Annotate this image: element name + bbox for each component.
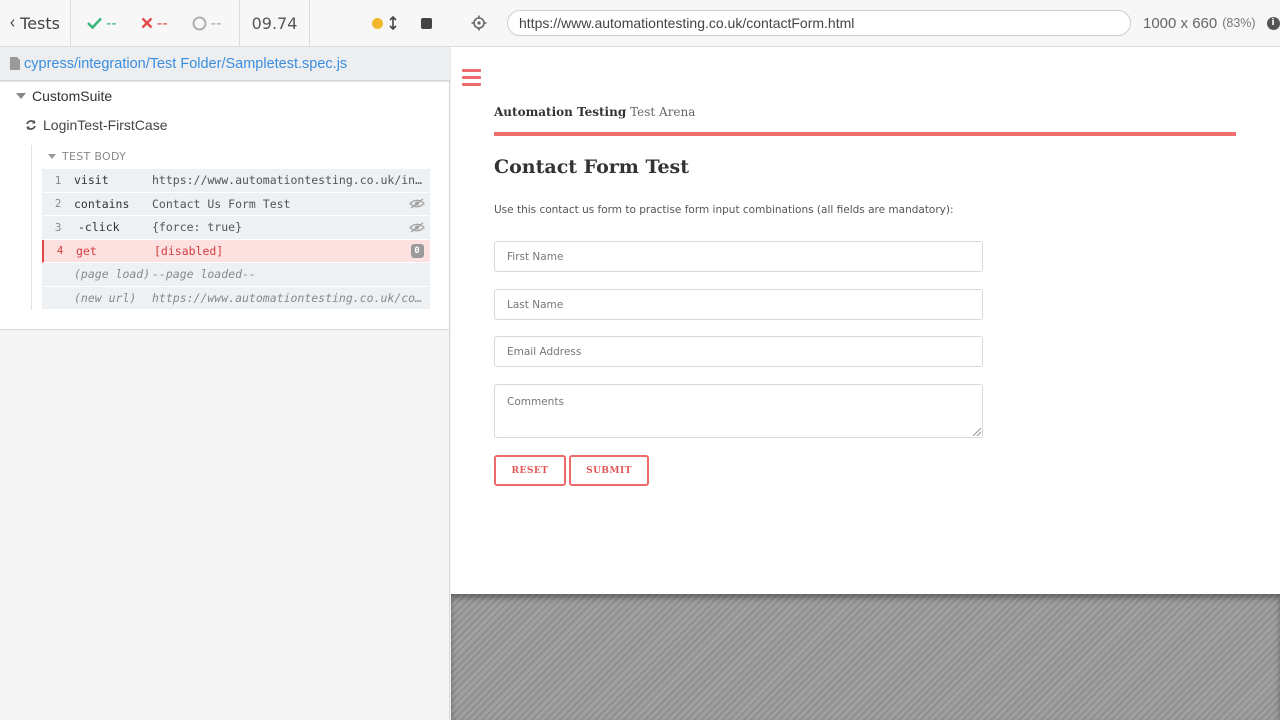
tests-button[interactable]: Tests [0,0,71,46]
last-name-field[interactable]: Last Name [494,289,983,320]
command-name: -click [78,220,120,235]
command-message: Contact Us Form Test [152,196,291,211]
test-body-label: TEST BODY [62,150,127,163]
command-number: 4 [56,244,64,258]
email-field[interactable]: Email Address [494,336,983,367]
passed-count-value: -- [106,14,117,32]
aut-header: https://www.automationtesting.co.uk/cont… [451,0,1280,47]
viewport-info: 1000 x 660 (83%) i [1143,15,1280,32]
site-brand[interactable]: Automation Testing Test Arena [494,105,695,119]
command-row[interactable]: 3 -click {force: true} [42,216,430,240]
eye-slash-icon [404,222,430,233]
page-description: Use this contact us form to practise for… [494,204,954,216]
pending-count-value: -- [210,14,222,32]
command-row[interactable]: 1 visit https://www.automationtesting.co… [42,169,430,193]
comments-field[interactable]: Comments [494,384,983,438]
failed-count-value: -- [156,14,168,32]
suite-name: CustomSuite [32,88,113,104]
command-list: 1 visit https://www.automationtesting.co… [42,169,430,310]
command-log-panel: Tests -- -- -- 09.74 cypress/integration… [0,0,450,720]
failed-count: -- [141,14,168,32]
info-icon[interactable]: i [1266,16,1280,30]
spec-file-path[interactable]: cypress/integration/Test Folder/Samplete… [24,56,347,72]
chevron-left-icon [10,19,15,27]
crosshair-icon [471,15,487,31]
file-icon [10,57,20,70]
page-title: Contact Form Test [494,156,690,178]
element-count: 0 [404,243,430,258]
running-indicator[interactable] [372,16,397,30]
running-dot-icon [372,17,383,29]
pending-count: -- [192,14,222,32]
command-number: 2 [54,197,62,211]
first-name-placeholder: First Name [507,250,564,263]
collapse-triangle-icon [48,154,56,159]
runnable-tree: CustomSuite LoginTest-FirstCase TEST BOD… [0,82,449,330]
spec-file-bar: cypress/integration/Test Folder/Samplete… [0,47,450,81]
brand-bold: Automation Testing [494,105,627,119]
submit-button[interactable]: SUBMIT [569,455,649,486]
last-name-placeholder: Last Name [507,298,564,311]
test-name: LoginTest-FirstCase [43,117,168,133]
selector-playground-button[interactable] [451,15,507,31]
command-row-failed[interactable]: 4 get [disabled] 0 [42,239,430,263]
comments-placeholder: Comments [507,396,564,408]
hamburger-menu-icon[interactable] [462,69,481,90]
reporter-header: Tests -- -- -- 09.74 [0,0,450,47]
check-icon [87,17,102,29]
command-name: visit [74,173,109,188]
command-number: 1 [54,173,62,187]
collapse-triangle-icon [16,93,26,99]
resize-grip-icon[interactable] [973,428,981,436]
email-placeholder: Email Address [507,345,582,358]
aut-background [451,594,1280,720]
test-body-toggle[interactable]: TEST BODY [48,150,126,163]
viewport-size: 1000 x 660 [1143,14,1218,32]
stop-icon[interactable] [421,17,432,29]
command-message: [disabled] [154,243,224,258]
command-row-event[interactable]: (new url) https://www.automationtesting.… [42,286,430,310]
first-name-field[interactable]: First Name [494,241,983,272]
command-name: contains [74,196,130,211]
run-duration: 09.74 [240,0,310,46]
test-stats: -- -- -- [71,0,240,46]
command-number: 3 [54,220,62,234]
aut-iframe: Automation Testing Test Arena Contact Fo… [451,47,1280,594]
run-controls [310,0,450,46]
command-row-event[interactable]: (page load) --page loaded-- [42,263,430,287]
aut-url: https://www.automationtesting.co.uk/cont… [519,15,855,31]
passed-count: -- [87,14,117,32]
command-name: get [76,243,97,258]
brand-divider [494,132,1236,136]
suite-title[interactable]: CustomSuite [16,88,112,104]
cross-icon [141,17,153,29]
aut-url-bar[interactable]: https://www.automationtesting.co.uk/cont… [507,10,1131,36]
tests-label: Tests [20,13,60,33]
command-message: --page loaded-- [152,267,256,282]
eye-slash-icon [404,198,430,209]
command-name: (page load) [74,267,151,282]
command-message: https://www.automationtesting.co.uk/inde… [152,173,430,188]
reset-button[interactable]: RESET [494,455,566,486]
command-name: (new url) [74,290,137,305]
viewport-scale: (83%) [1222,16,1256,30]
element-count-badge: 0 [410,243,424,258]
test-title[interactable]: LoginTest-FirstCase [25,117,168,133]
brand-light: Test Arena [630,105,696,119]
spinner-circle-icon [192,16,207,30]
refresh-icon [26,120,36,130]
command-row[interactable]: 2 contains Contact Us Form Test [42,192,430,216]
command-message: https://www.automationtesting.co.uk/cont… [152,290,430,305]
command-message: {force: true} [152,220,243,235]
scroll-arrows-icon [389,16,397,30]
test-body: TEST BODY 1 visit https://www.automation… [31,145,431,310]
